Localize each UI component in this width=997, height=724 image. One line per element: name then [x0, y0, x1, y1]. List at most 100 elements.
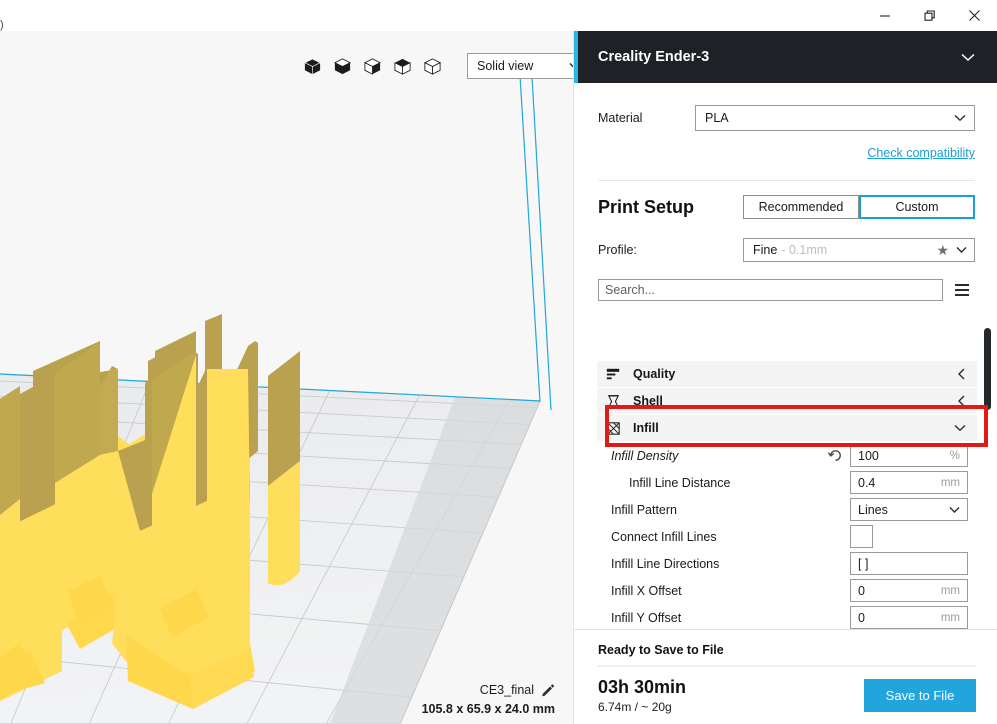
- 3d-scene: [0, 31, 573, 724]
- category-infill[interactable]: Infill: [597, 415, 977, 442]
- view-3d-icon[interactable]: [303, 57, 322, 76]
- chevron-down-icon: [569, 62, 573, 70]
- 3d-viewport[interactable]: Solid view CE3_final 105.8 x 65.9 x 24.0…: [0, 31, 573, 724]
- search-row: [598, 279, 975, 301]
- setting-value-select[interactable]: Lines: [850, 498, 968, 521]
- title-bar-left-fragment: ): [0, 19, 8, 31]
- restore-icon: [924, 10, 936, 22]
- setting-value: 0.4: [858, 476, 875, 490]
- setting-value-field[interactable]: 100 %: [850, 444, 968, 467]
- setting-infill-pattern[interactable]: Infill Pattern Lines: [597, 496, 977, 523]
- quality-icon: [604, 365, 623, 384]
- chevron-down-icon: [954, 424, 966, 432]
- footer-divider: [598, 665, 976, 667]
- settings-scrollbar-thumb[interactable]: [984, 328, 991, 410]
- setting-unit: %: [950, 450, 960, 462]
- hamburger-line: [955, 294, 969, 296]
- print-time: 03h 30min: [598, 677, 686, 697]
- category-label: Quality: [633, 367, 675, 381]
- setting-infill-line-directions[interactable]: Infill Line Directions [ ]: [597, 550, 977, 577]
- setting-label: Infill X Offset: [611, 584, 850, 598]
- setting-value-field[interactable]: [ ]: [850, 552, 968, 575]
- tab-custom[interactable]: Custom: [859, 195, 975, 219]
- search-input[interactable]: [598, 279, 943, 301]
- chevron-down-icon: [956, 246, 967, 254]
- view-front-icon[interactable]: [333, 57, 352, 76]
- setting-label: Infill Pattern: [611, 503, 850, 517]
- profile-label: Profile:: [598, 243, 743, 257]
- print-setup: Print Setup Recommended Custom Profile: …: [574, 181, 997, 301]
- close-icon: [968, 9, 981, 22]
- title-bar: ): [0, 0, 997, 31]
- setting-unit: mm: [941, 612, 960, 624]
- view-left-icon[interactable]: [393, 57, 412, 76]
- view-right-icon[interactable]: [423, 57, 442, 76]
- model-name-row: CE3_final: [422, 683, 555, 697]
- chevron-left-icon: [957, 395, 966, 407]
- material-select[interactable]: PLA: [695, 105, 975, 131]
- setting-infill-y-offset[interactable]: Infill Y Offset 0 mm: [597, 604, 977, 631]
- setting-infill-density[interactable]: Infill Density 100 %: [597, 442, 977, 469]
- printer-header[interactable]: Creality Ender-3: [574, 31, 997, 83]
- print-setup-title: Print Setup: [598, 197, 694, 218]
- infill-icon: [604, 419, 623, 438]
- chevron-down-icon[interactable]: [961, 53, 975, 62]
- settings-scroll-area[interactable]: Quality Shell: [574, 361, 997, 659]
- profile-select[interactable]: Fine - 0.1mm ★: [743, 238, 975, 262]
- setting-label: Connect Infill Lines: [611, 530, 850, 544]
- check-compatibility-link[interactable]: Check compatibility: [867, 146, 975, 160]
- setting-value-field[interactable]: 0 mm: [850, 606, 968, 629]
- cura-window: ): [0, 0, 997, 724]
- setting-infill-line-distance[interactable]: Infill Line Distance 0.4 mm: [597, 469, 977, 496]
- material-block: Material PLA Check compatibility: [574, 83, 997, 181]
- print-estimates: 03h 30min 6.74m / ~ 20g: [598, 677, 686, 714]
- category-quality[interactable]: Quality: [597, 361, 977, 388]
- view-mode-select[interactable]: Solid view: [467, 53, 573, 79]
- window-controls: [862, 0, 997, 31]
- setting-value: [ ]: [858, 557, 868, 571]
- setting-value: 0: [858, 584, 865, 598]
- hamburger-line: [955, 284, 969, 286]
- setting-infill-x-offset[interactable]: Infill X Offset 0 mm: [597, 577, 977, 604]
- restore-button[interactable]: [907, 0, 952, 31]
- revert-icon[interactable]: [827, 447, 844, 464]
- compat-row: Check compatibility: [598, 146, 975, 160]
- setting-label: Infill Y Offset: [611, 611, 850, 625]
- pencil-icon[interactable]: [541, 683, 555, 697]
- hamburger-line: [955, 289, 969, 291]
- setting-value-field[interactable]: 0 mm: [850, 579, 968, 602]
- chevron-left-icon: [957, 368, 966, 380]
- setup-mode-tabs: Recommended Custom: [743, 195, 975, 219]
- footer-bottom: 03h 30min 6.74m / ~ 20g Save to File: [598, 677, 976, 714]
- setting-label: Infill Line Directions: [611, 557, 850, 571]
- setting-value: 100: [858, 449, 879, 463]
- setting-unit: mm: [941, 477, 960, 489]
- minimize-button[interactable]: [862, 0, 907, 31]
- hamburger-icon[interactable]: [949, 279, 975, 301]
- minimize-icon: [879, 10, 891, 22]
- print-setup-header: Print Setup Recommended Custom: [598, 195, 975, 219]
- settings-panel: Creality Ender-3 Material PLA Check comp…: [573, 31, 997, 724]
- tab-recommended[interactable]: Recommended: [743, 195, 859, 219]
- view-mode-label: Solid view: [477, 59, 533, 73]
- view-top-icon[interactable]: [363, 57, 382, 76]
- settings-list: Quality Shell: [597, 361, 977, 658]
- chevron-down-icon: [954, 114, 966, 122]
- ready-status: Ready to Save to File: [598, 643, 976, 657]
- setting-label: Infill Density: [611, 449, 827, 463]
- material-value: PLA: [705, 111, 729, 125]
- setting-connect-infill-lines[interactable]: Connect Infill Lines: [597, 523, 977, 550]
- chevron-down-icon: [949, 506, 960, 514]
- setting-value-field[interactable]: 0.4 mm: [850, 471, 968, 494]
- printer-header-accent: [574, 31, 578, 83]
- close-button[interactable]: [952, 0, 997, 31]
- profile-row: Profile: Fine - 0.1mm ★: [598, 238, 975, 262]
- save-to-file-button[interactable]: Save to File: [864, 679, 976, 712]
- setting-value: 0: [858, 611, 865, 625]
- star-icon[interactable]: ★: [936, 242, 949, 259]
- setting-value: Lines: [858, 503, 888, 517]
- profile-value: Fine: [753, 243, 777, 257]
- setting-checkbox[interactable]: [850, 525, 873, 548]
- model-info: CE3_final 105.8 x 65.9 x 24.0 mm: [422, 683, 555, 716]
- category-shell[interactable]: Shell: [597, 388, 977, 415]
